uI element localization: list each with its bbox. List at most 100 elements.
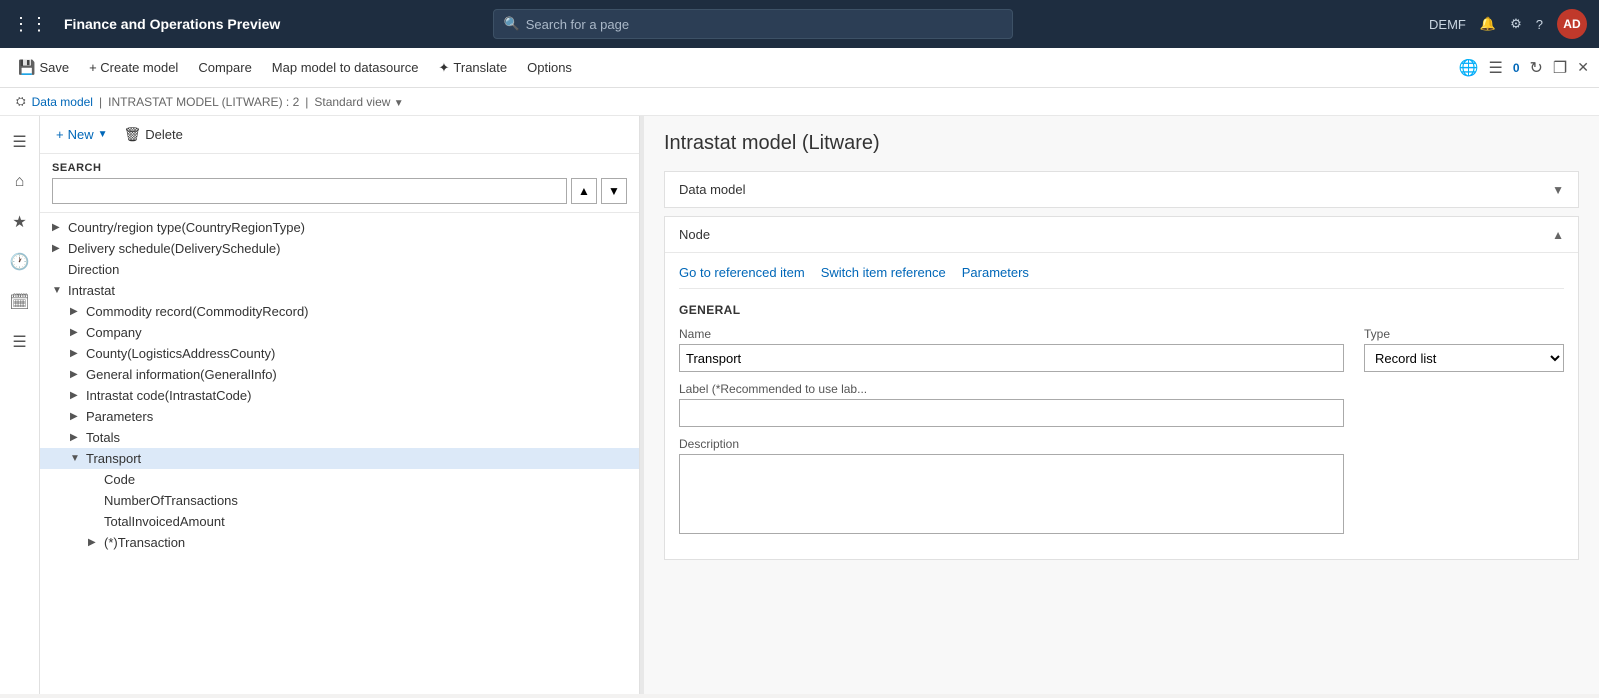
filter-icon[interactable]: ⛭ [16,94,26,109]
breadcrumb-sep1: | [99,95,102,109]
top-search-bar[interactable]: 🔍 Search for a page [493,9,1013,39]
chevron-up-icon: ▲ [1552,228,1564,242]
save-icon: 💾 [18,59,35,76]
data-model-section-header[interactable]: Data model ▼ [665,172,1578,207]
breadcrumb-data-model[interactable]: Data model [32,95,93,109]
search-input[interactable] [52,178,567,204]
expand-icon [88,495,102,506]
breadcrumb: ⛭ Data model | INTRASTAT MODEL (LITWARE)… [0,88,1599,116]
parameters-link[interactable]: Parameters [962,265,1029,280]
toolbar-right-icons: 🌐 ☰ 0 ↻ ❐ ✕ [1459,58,1589,78]
expand-icon[interactable]: ❐ [1553,58,1567,78]
new-chevron-icon: ▼ [98,129,108,140]
user-avatar[interactable]: AD [1557,9,1587,39]
tree-item[interactable]: TotalInvoicedAmount [40,511,639,532]
breadcrumb-model-name: INTRASTAT MODEL (LITWARE) : 2 [108,95,299,109]
tree-item[interactable]: ▶ Company [40,322,639,343]
expand-icon [88,474,102,485]
form-col-right: Type Record list Record String Integer R… [1364,327,1564,382]
expand-icon: ▶ [70,432,84,443]
tree-item[interactable]: ▶ Intrastat code(IntrastatCode) [40,385,639,406]
settings-icon[interactable]: ⚙ [1510,16,1522,32]
tree-item[interactable]: ▶ (*)Transaction [40,532,639,553]
description-input[interactable] [679,454,1344,534]
user-environment: DEMF [1429,17,1466,32]
columns-icon[interactable]: ☰ [1488,58,1502,78]
bell-icon[interactable]: 🔔 [1480,16,1496,32]
create-model-button[interactable]: + Create model [81,56,186,79]
tree-item[interactable]: ▶ Totals [40,427,639,448]
data-model-label: Data model [679,182,745,197]
tree-item[interactable]: Direction [40,259,639,280]
tree-item[interactable]: ▶ Country/region type(CountryRegionType) [40,217,639,238]
sidebar-nav-home[interactable]: ☰ [2,124,38,160]
type-label: Type [1364,327,1564,341]
expand-icon: ▶ [88,537,102,548]
search-icon: 🔍 [504,16,520,32]
translate-icon: ✦ [439,60,450,76]
sidebar-nav-home2[interactable]: ⌂ [2,164,38,200]
plus-icon: + [56,127,64,142]
node-section-body: Go to referenced item Switch item refere… [665,253,1578,559]
compare-button[interactable]: Compare [190,56,259,79]
expand-icon [88,516,102,527]
switch-item-reference-link[interactable]: Switch item reference [821,265,946,280]
save-button[interactable]: 💾 Save [10,55,77,80]
delete-icon: 🗑 [124,126,142,143]
close-icon[interactable]: ✕ [1577,59,1589,76]
type-select[interactable]: Record list Record String Integer Real B… [1364,344,1564,372]
expand-icon: ▶ [70,369,84,380]
data-model-section: Data model ▼ [664,171,1579,208]
form-row: Name Label (*Recommended to use lab... D… [679,327,1564,547]
label-input[interactable] [679,399,1344,427]
new-button[interactable]: + New ▼ [52,125,112,144]
globe-icon[interactable]: 🌐 [1459,58,1479,78]
tree-item[interactable]: NumberOfTransactions [40,490,639,511]
node-label: Node [679,227,710,242]
map-model-button[interactable]: Map model to datasource [264,56,427,79]
left-panel: + New ▼ 🗑 Delete SEARCH ▲ ▼ ▶ Country/r [40,116,640,694]
page-title: Intrastat model (Litware) [664,132,1579,155]
go-to-referenced-link[interactable]: Go to referenced item [679,265,805,280]
tree-item[interactable]: ▶ Parameters [40,406,639,427]
node-section-header[interactable]: Node ▲ [665,217,1578,253]
tree-item[interactable]: ▶ General information(GeneralInfo) [40,364,639,385]
breadcrumb-view[interactable]: Standard view ▼ [314,95,403,109]
sidebar-nav-favorites[interactable]: ★ [2,204,38,240]
tree-item[interactable]: Code [40,469,639,490]
name-field-group: Name [679,327,1344,372]
node-section: Node ▲ Go to referenced item Switch item… [664,216,1579,560]
label-field-group: Label (*Recommended to use lab... [679,382,1344,427]
top-nav-bar: ⋮⋮ Finance and Operations Preview 🔍 Sear… [0,0,1599,48]
expand-icon: ▶ [52,243,66,254]
expand-icon: ▶ [52,222,66,233]
search-down-button[interactable]: ▼ [601,178,627,204]
node-links: Go to referenced item Switch item refere… [679,265,1564,289]
tree-item-transport[interactable]: ▼ Transport [40,448,639,469]
delete-button[interactable]: 🗑 Delete [120,124,187,145]
tree-item[interactable]: ▶ Commodity record(CommodityRecord) [40,301,639,322]
description-label: Description [679,437,1344,451]
translate-button[interactable]: ✦ Translate [431,56,516,80]
sidebar-nav-workspaces[interactable]: 🗓 [2,284,38,320]
sidebar-nav-modules[interactable]: ☰ [2,324,38,360]
expand-icon: ▶ [70,411,84,422]
search-up-button[interactable]: ▲ [571,178,597,204]
refresh-icon[interactable]: ↻ [1530,58,1543,78]
tree-item[interactable]: ▶ Delivery schedule(DeliverySchedule) [40,238,639,259]
tree-item[interactable]: ▶ County(LogisticsAddressCounty) [40,343,639,364]
search-label: SEARCH [52,162,627,174]
sidebar-nav-recent[interactable]: 🕐 [2,244,38,280]
tree-item[interactable]: ▼ Intrastat [40,280,639,301]
type-field-group: Type Record list Record String Integer R… [1364,327,1564,372]
grid-icon[interactable]: ⋮⋮ [12,14,48,35]
sidebar-nav: ☰ ⌂ ★ 🕐 🗓 ☰ [0,116,40,694]
search-section: SEARCH ▲ ▼ [40,154,639,213]
help-icon[interactable]: ? [1536,17,1543,32]
name-input[interactable] [679,344,1344,372]
search-placeholder: Search for a page [526,17,629,32]
expand-icon: ▼ [52,285,66,296]
options-button[interactable]: Options [519,56,580,79]
app-title: Finance and Operations Preview [64,16,280,32]
label-field-label: Label (*Recommended to use lab... [679,382,1344,396]
